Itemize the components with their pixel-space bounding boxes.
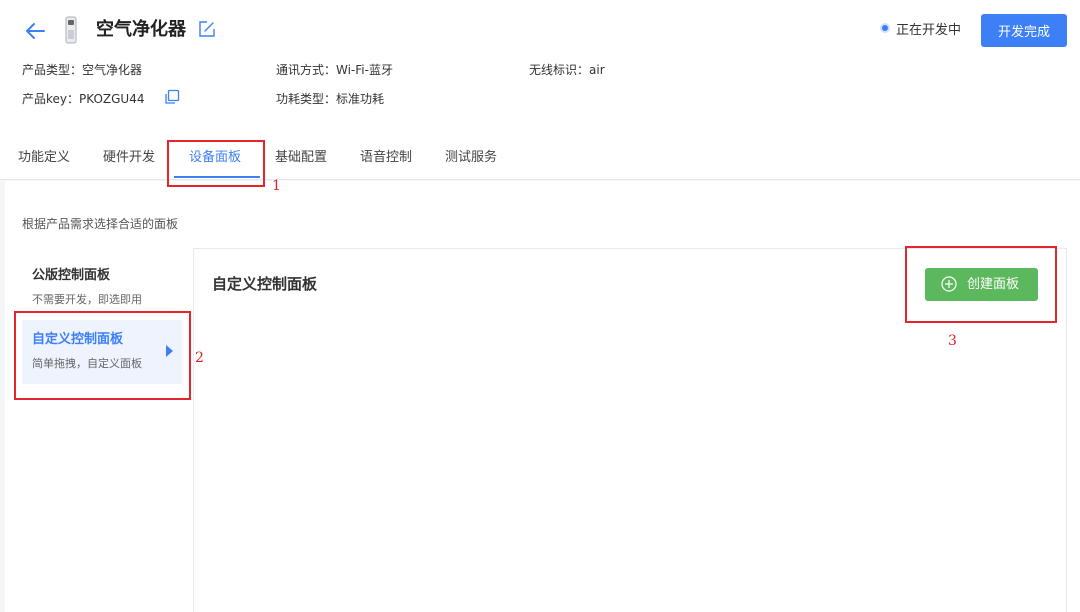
sidebar-item-subtitle: 不需要开发，即选即用 <box>32 293 142 306</box>
page-title: 空气净化器 <box>96 19 186 40</box>
annotation-box-3 <box>905 246 1057 323</box>
annotation-number-1: 1 <box>272 178 281 194</box>
status-badge: 正在开发中 <box>880 22 961 40</box>
status-text: 正在开发中 <box>896 23 962 38</box>
air-purifier-icon <box>65 16 77 44</box>
tab-test-service[interactable]: 测试服务 <box>445 148 497 168</box>
tab-basic-config[interactable]: 基础配置 <box>275 148 327 168</box>
finish-development-button[interactable]: 开发完成 <box>981 14 1067 47</box>
panel-selection-hint: 根据产品需求选择合适的面板 <box>22 217 179 231</box>
status-dot-icon <box>880 23 890 33</box>
comm-mode-info: 通讯方式：Wi-Fi-蓝牙 <box>276 63 393 77</box>
annotation-box-1 <box>167 140 265 187</box>
annotation-number-3: 3 <box>948 333 957 349</box>
tab-bar: 功能定义 硬件开发 设备面板 基础配置 语音控制 测试服务 <box>0 140 1080 180</box>
tab-voice-control[interactable]: 语音控制 <box>360 148 412 168</box>
product-key-info: 产品key：PKOZGU44 <box>22 92 145 106</box>
annotation-number-2: 2 <box>195 350 204 366</box>
annotation-box-2 <box>14 311 191 400</box>
product-type-info: 产品类型：空气净化器 <box>22 63 143 77</box>
tab-function-definition[interactable]: 功能定义 <box>18 148 70 168</box>
wireless-id-info: 无线标识：air <box>529 63 605 77</box>
product-header: 空气净化器 正在开发中 开发完成 产品类型：空气净化器 通讯方式：Wi-Fi-蓝… <box>0 0 1080 180</box>
copy-icon[interactable] <box>164 89 180 105</box>
edit-icon[interactable] <box>198 20 216 38</box>
panel-title: 自定义控制面板 <box>212 275 318 293</box>
tab-hardware-development[interactable]: 硬件开发 <box>103 148 155 168</box>
sidebar-item-title: 公版控制面板 <box>32 268 111 283</box>
arrow-left-icon[interactable] <box>22 18 48 44</box>
power-type-info: 功耗类型：标准功耗 <box>276 92 385 106</box>
